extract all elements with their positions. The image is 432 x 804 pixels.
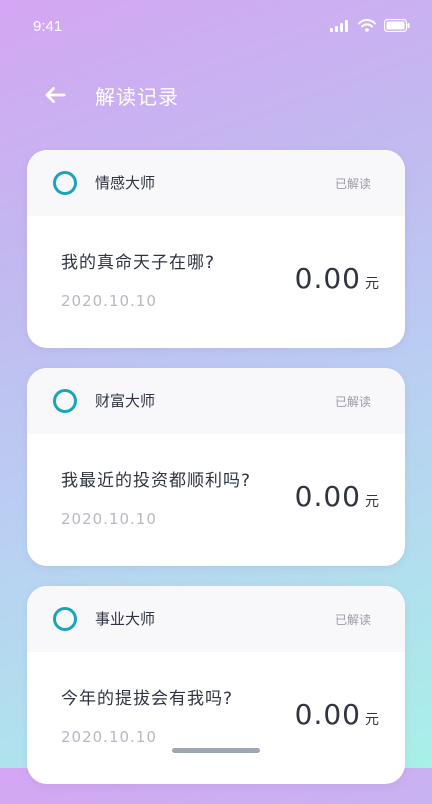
record-card[interactable]: 财富大师 已解读 我最近的投资都顺利吗? 2020.10.10 0.00 元 — [27, 368, 405, 566]
record-card[interactable]: 情感大师 已解读 我的真命天子在哪? 2020.10.10 0.00 元 — [27, 150, 405, 348]
record-date: 2020.10.10 — [61, 510, 157, 528]
price: 0.00 元 — [295, 698, 379, 731]
price: 0.00 元 — [295, 480, 379, 513]
back-button[interactable] — [40, 80, 70, 110]
price-amount: 0.00 — [294, 698, 361, 731]
master-name: 财富大师 — [95, 392, 156, 410]
master-name: 情感大师 — [95, 174, 156, 192]
circle-icon — [53, 607, 77, 631]
status-badge: 已解读 — [334, 613, 371, 627]
status-time: 9:41 — [33, 18, 63, 35]
price-unit: 元 — [365, 712, 379, 728]
record-date: 2020.10.10 — [61, 728, 157, 746]
status-icons — [330, 19, 410, 32]
arrow-left-icon — [44, 86, 66, 104]
price-amount: 0.00 — [294, 480, 361, 513]
wifi-icon — [358, 19, 376, 32]
price-unit: 元 — [365, 494, 379, 510]
status-bar: 9:41 — [0, 0, 432, 56]
question-text: 我的真命天子在哪? — [61, 253, 216, 273]
record-card[interactable]: 事业大师 已解读 今年的提拔会有我吗? 2020.10.10 0.00 元 — [27, 586, 405, 784]
question-text: 今年的提拔会有我吗? — [61, 689, 234, 709]
card-header: 情感大师 已解读 — [27, 150, 405, 216]
record-list: 情感大师 已解读 我的真命天子在哪? 2020.10.10 0.00 元 财富大… — [27, 150, 405, 804]
record-date: 2020.10.10 — [61, 292, 157, 310]
signal-icon — [330, 19, 350, 32]
circle-icon — [53, 171, 77, 195]
card-header: 事业大师 已解读 — [27, 586, 405, 652]
page-title: 解读记录 — [95, 85, 179, 109]
home-indicator[interactable] — [172, 748, 260, 753]
battery-icon — [384, 19, 410, 32]
header: 解读记录 — [0, 70, 432, 118]
status-badge: 已解读 — [334, 395, 371, 409]
card-header: 财富大师 已解读 — [27, 368, 405, 434]
question-text: 我最近的投资都顺利吗? — [61, 471, 252, 491]
price-unit: 元 — [365, 276, 379, 292]
circle-icon — [53, 389, 77, 413]
master-name: 事业大师 — [95, 610, 156, 628]
price: 0.00 元 — [295, 262, 379, 295]
status-badge: 已解读 — [334, 177, 371, 191]
price-amount: 0.00 — [294, 262, 361, 295]
